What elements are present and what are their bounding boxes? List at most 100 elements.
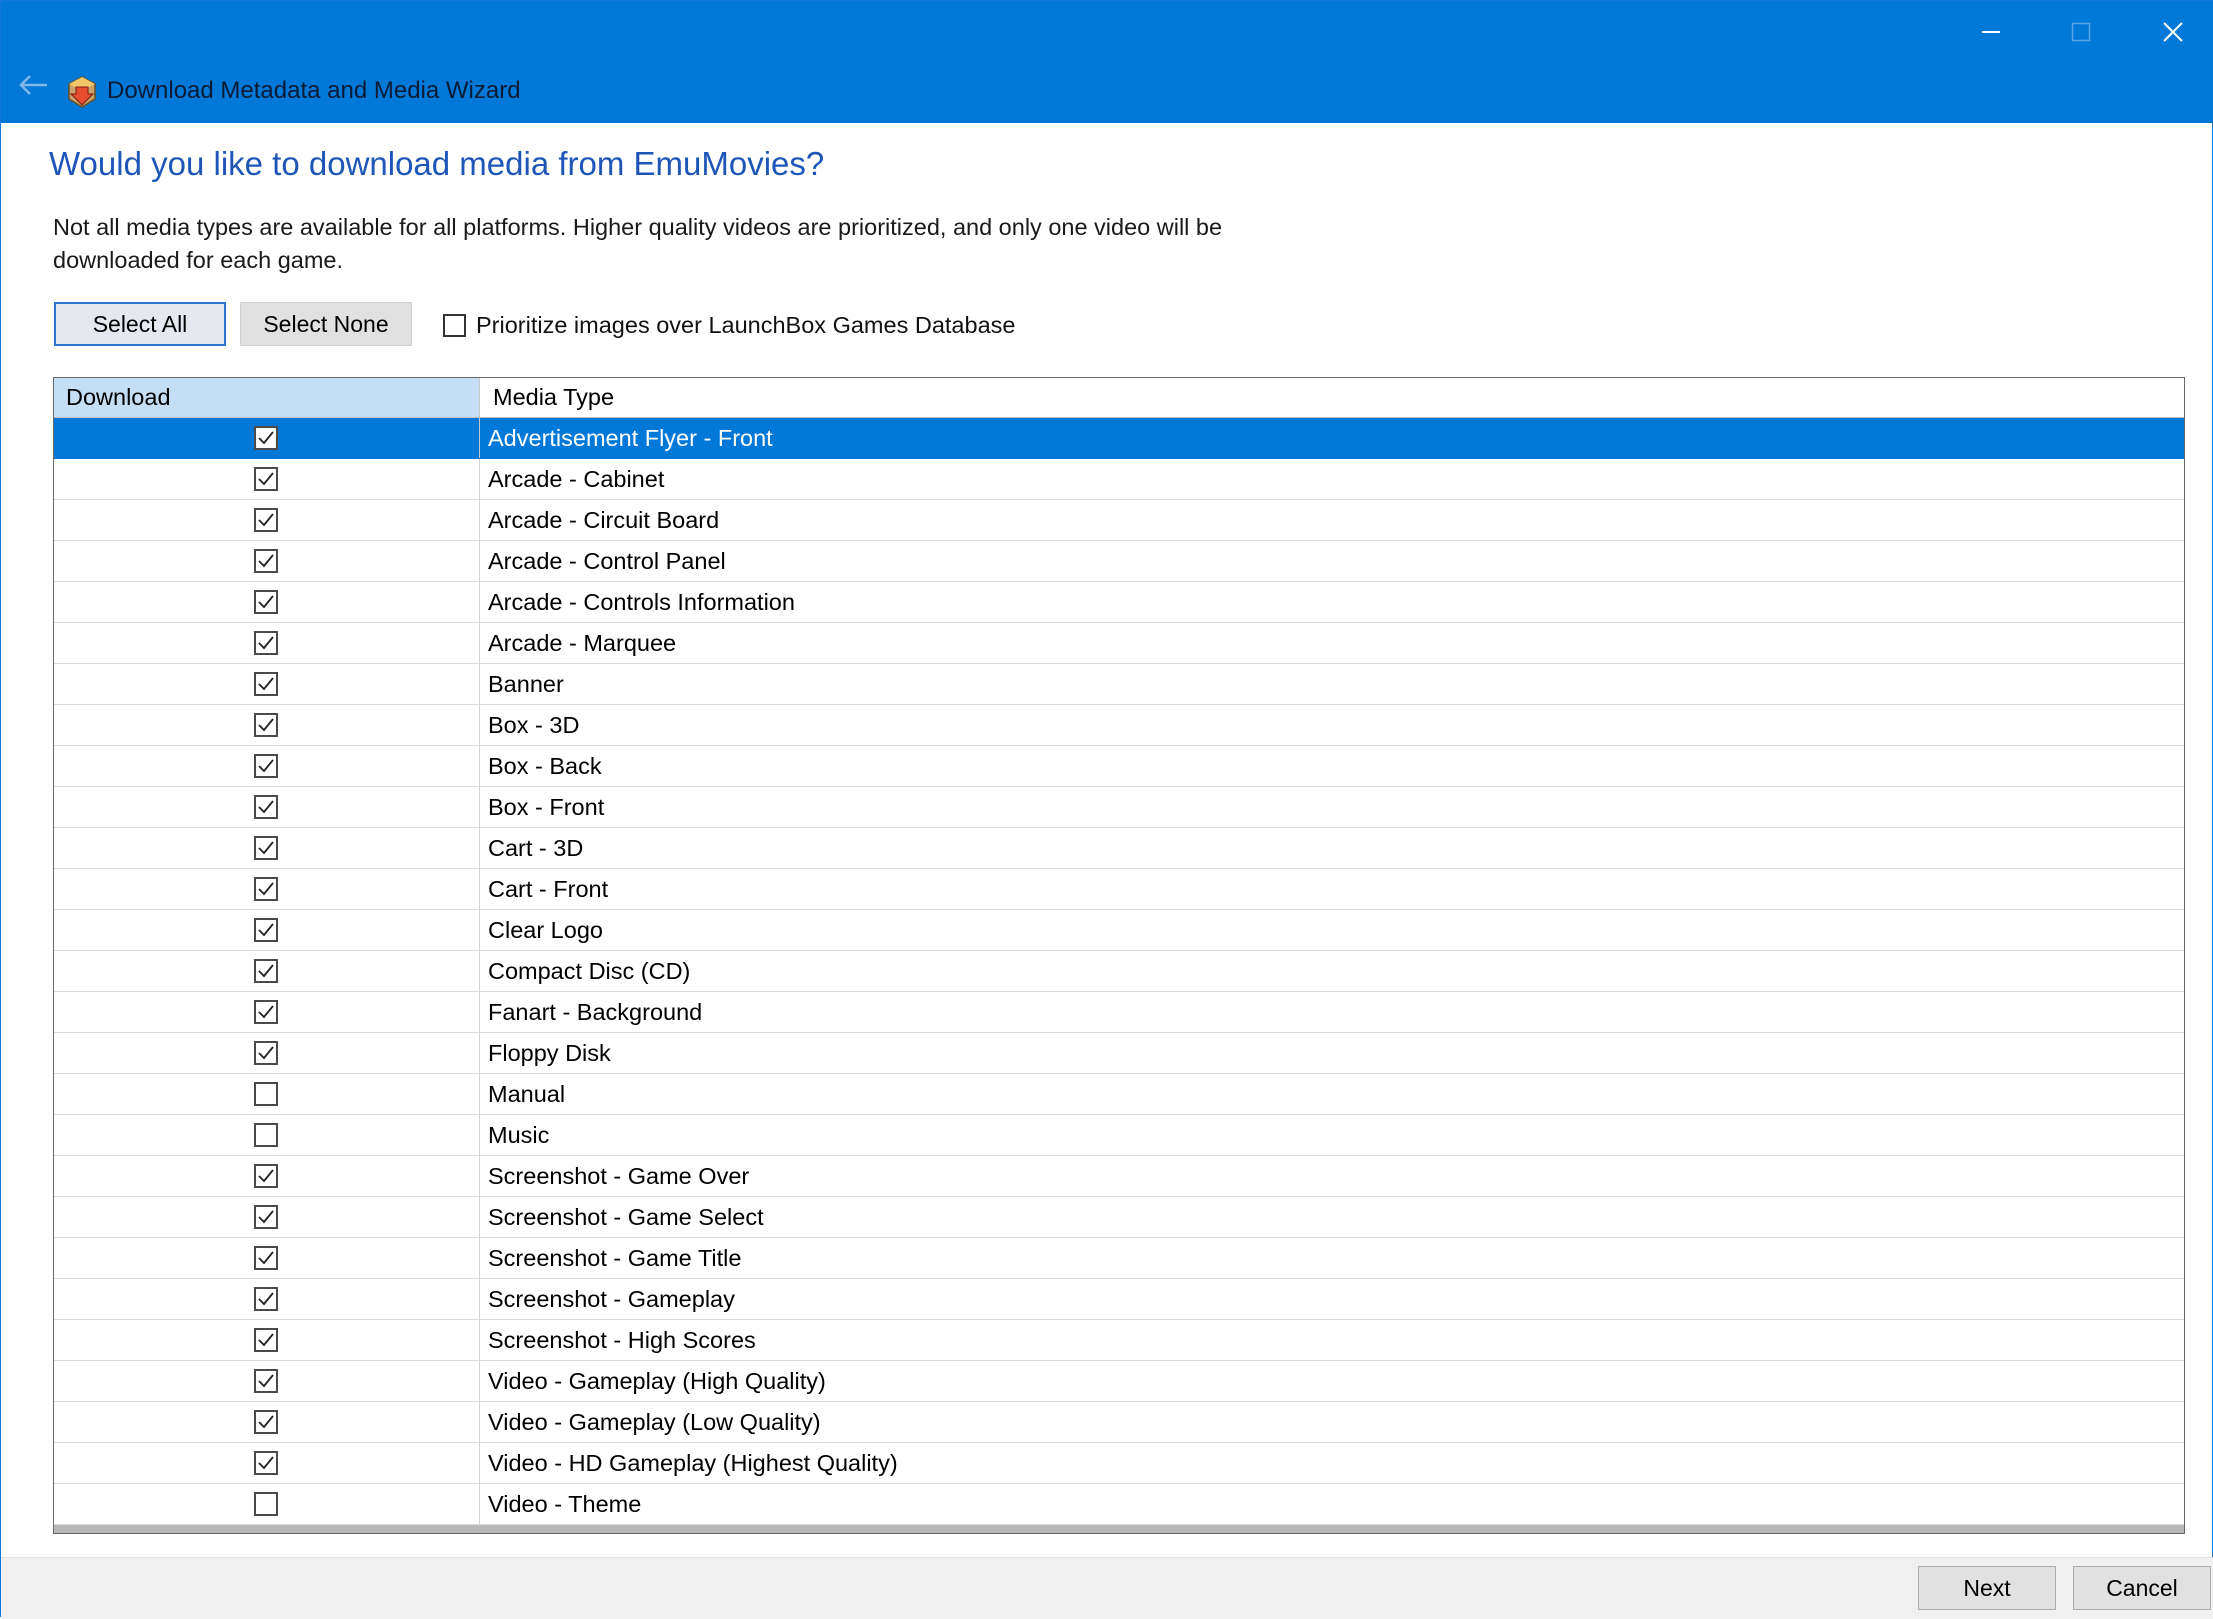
download-cell[interactable] [54, 869, 480, 909]
table-row[interactable]: Cart - 3D [54, 828, 2184, 869]
download-cell[interactable] [54, 1279, 480, 1319]
table-row[interactable]: Screenshot - Game Title [54, 1238, 2184, 1279]
checked-checkbox-icon[interactable] [254, 426, 278, 450]
next-button[interactable]: Next [1918, 1566, 2056, 1610]
checked-checkbox-icon[interactable] [254, 795, 278, 819]
download-cell[interactable] [54, 1033, 480, 1073]
checked-checkbox-icon[interactable] [254, 836, 278, 860]
download-cell[interactable] [54, 582, 480, 622]
table-row[interactable]: Compact Disc (CD) [54, 951, 2184, 992]
download-cell[interactable] [54, 623, 480, 663]
prioritize-checkbox-box[interactable] [443, 314, 466, 337]
table-row[interactable]: Clear Logo [54, 910, 2184, 951]
media-type-cell[interactable]: Advertisement Flyer - Front [488, 418, 773, 458]
download-cell[interactable] [54, 500, 480, 540]
media-type-cell[interactable]: Screenshot - High Scores [488, 1320, 756, 1360]
checked-checkbox-icon[interactable] [254, 1451, 278, 1475]
table-row[interactable]: Video - Theme [54, 1484, 2184, 1525]
download-cell[interactable] [54, 1320, 480, 1360]
table-row[interactable]: Screenshot - High Scores [54, 1320, 2184, 1361]
table-row[interactable]: Video - Gameplay (Low Quality) [54, 1402, 2184, 1443]
cancel-button[interactable]: Cancel [2073, 1566, 2211, 1610]
download-cell[interactable] [54, 1402, 480, 1442]
media-type-cell[interactable]: Video - Gameplay (High Quality) [488, 1361, 826, 1401]
download-cell[interactable] [54, 705, 480, 745]
table-row[interactable]: Video - HD Gameplay (Highest Quality) [54, 1443, 2184, 1484]
maximize-icon[interactable] [2037, 9, 2125, 55]
prioritize-images-checkbox[interactable]: Prioritize images over LaunchBox Games D… [443, 312, 1015, 339]
download-cell[interactable] [54, 1484, 480, 1524]
media-type-cell[interactable]: Box - Back [488, 746, 602, 786]
table-row[interactable]: Floppy Disk [54, 1033, 2184, 1074]
checked-checkbox-icon[interactable] [254, 508, 278, 532]
checked-checkbox-icon[interactable] [254, 1041, 278, 1065]
media-type-cell[interactable]: Video - HD Gameplay (Highest Quality) [488, 1443, 898, 1483]
media-type-cell[interactable]: Screenshot - Gameplay [488, 1279, 735, 1319]
media-type-cell[interactable]: Arcade - Circuit Board [488, 500, 719, 540]
download-cell[interactable] [54, 910, 480, 950]
checked-checkbox-icon[interactable] [254, 877, 278, 901]
download-cell[interactable] [54, 1156, 480, 1196]
download-cell[interactable] [54, 951, 480, 991]
checked-checkbox-icon[interactable] [254, 959, 278, 983]
table-row[interactable]: Advertisement Flyer - Front [54, 418, 2184, 459]
column-header-media-type[interactable]: Media Type [481, 378, 2181, 417]
back-arrow-icon[interactable] [17, 73, 51, 97]
table-row[interactable]: Box - Back [54, 746, 2184, 787]
download-cell[interactable] [54, 418, 480, 458]
table-row[interactable]: Cart - Front [54, 869, 2184, 910]
table-row[interactable]: Arcade - Marquee [54, 623, 2184, 664]
checked-checkbox-icon[interactable] [254, 1287, 278, 1311]
download-cell[interactable] [54, 1238, 480, 1278]
table-row[interactable]: Arcade - Control Panel [54, 541, 2184, 582]
media-type-cell[interactable]: Clear Logo [488, 910, 603, 950]
checked-checkbox-icon[interactable] [254, 590, 278, 614]
checked-checkbox-icon[interactable] [254, 1328, 278, 1352]
minimize-icon[interactable] [1947, 9, 2035, 55]
download-cell[interactable] [54, 992, 480, 1032]
checked-checkbox-icon[interactable] [254, 1410, 278, 1434]
media-type-cell[interactable]: Music [488, 1115, 549, 1155]
media-type-cell[interactable]: Manual [488, 1074, 565, 1114]
download-cell[interactable] [54, 459, 480, 499]
download-cell[interactable] [54, 1115, 480, 1155]
media-type-cell[interactable]: Compact Disc (CD) [488, 951, 690, 991]
unchecked-checkbox-icon[interactable] [254, 1492, 278, 1516]
table-row[interactable]: Screenshot - Game Select [54, 1197, 2184, 1238]
download-cell[interactable] [54, 828, 480, 868]
media-type-cell[interactable]: Video - Gameplay (Low Quality) [488, 1402, 821, 1442]
checked-checkbox-icon[interactable] [254, 672, 278, 696]
media-type-cell[interactable]: Floppy Disk [488, 1033, 611, 1073]
checked-checkbox-icon[interactable] [254, 1000, 278, 1024]
checked-checkbox-icon[interactable] [254, 713, 278, 737]
table-row[interactable]: Music [54, 1115, 2184, 1156]
select-none-button[interactable]: Select None [240, 302, 412, 346]
download-cell[interactable] [54, 541, 480, 581]
table-row[interactable]: Fanart - Background [54, 992, 2184, 1033]
table-row[interactable]: Screenshot - Gameplay [54, 1279, 2184, 1320]
checked-checkbox-icon[interactable] [254, 467, 278, 491]
table-row[interactable]: Manual [54, 1074, 2184, 1115]
checked-checkbox-icon[interactable] [254, 918, 278, 942]
media-type-cell[interactable]: Cart - 3D [488, 828, 583, 868]
download-cell[interactable] [54, 1443, 480, 1483]
media-type-cell[interactable]: Video - Theme [488, 1484, 641, 1524]
media-type-cell[interactable]: Arcade - Control Panel [488, 541, 726, 581]
media-type-cell[interactable]: Arcade - Cabinet [488, 459, 664, 499]
checked-checkbox-icon[interactable] [254, 1369, 278, 1393]
table-row[interactable]: Arcade - Cabinet [54, 459, 2184, 500]
unchecked-checkbox-icon[interactable] [254, 1082, 278, 1106]
checked-checkbox-icon[interactable] [254, 1205, 278, 1229]
table-row[interactable]: Arcade - Circuit Board [54, 500, 2184, 541]
checked-checkbox-icon[interactable] [254, 1246, 278, 1270]
media-type-cell[interactable]: Banner [488, 664, 564, 704]
media-type-cell[interactable]: Cart - Front [488, 869, 608, 909]
download-cell[interactable] [54, 1074, 480, 1114]
download-cell[interactable] [54, 1361, 480, 1401]
download-cell[interactable] [54, 1197, 480, 1237]
media-type-cell[interactable]: Fanart - Background [488, 992, 702, 1032]
checked-checkbox-icon[interactable] [254, 754, 278, 778]
media-type-cell[interactable]: Arcade - Marquee [488, 623, 676, 663]
select-all-button[interactable]: Select All [54, 302, 226, 346]
table-row[interactable]: Box - 3D [54, 705, 2184, 746]
